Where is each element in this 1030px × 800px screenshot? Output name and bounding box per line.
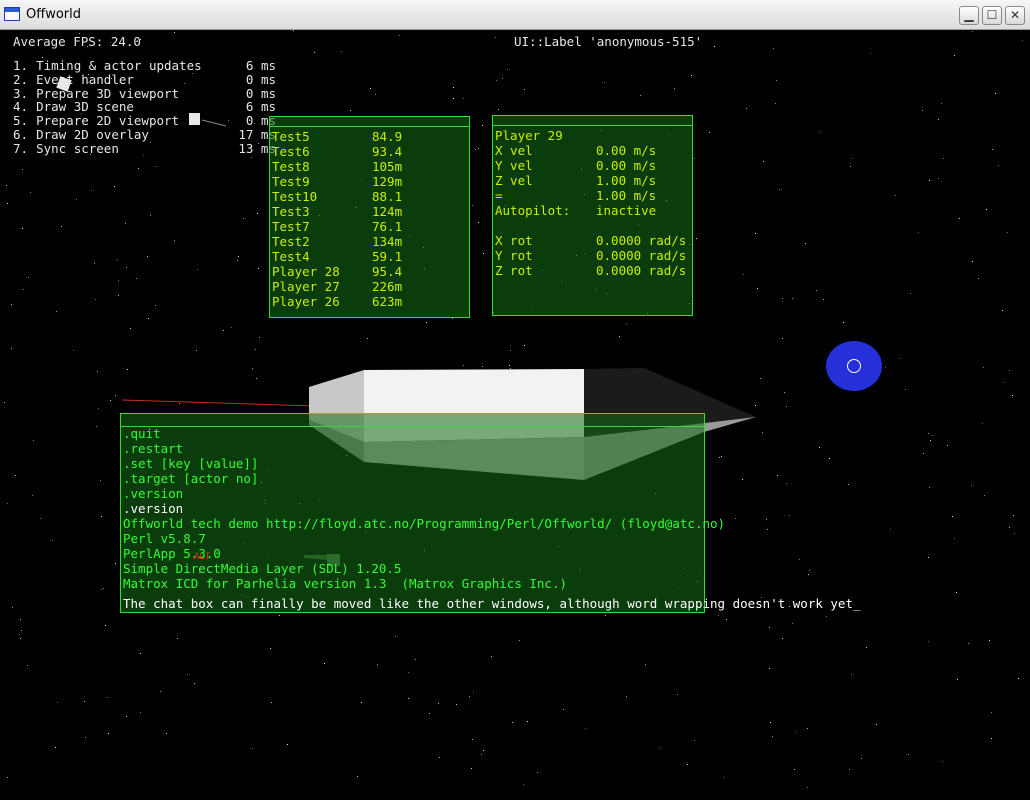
timing-value: 6 ms [245, 58, 276, 73]
target-distance: 226m [372, 279, 403, 294]
close-button[interactable]: ✕ [1005, 6, 1025, 25]
window-icon [4, 7, 20, 21]
target-distance: 95.4 [372, 264, 403, 279]
timing-number: 6. [13, 127, 29, 142]
target-name[interactable]: Test4 [272, 249, 310, 264]
timing-name: Draw 2D overlay [36, 127, 149, 142]
timing-number: 4. [13, 99, 29, 115]
game-viewport[interactable]: Average FPS: 24.0 UI::Label 'anonymous-5… [4, 30, 1026, 796]
player-stat-value: 0.0000 rad/s [596, 263, 687, 278]
player-stat-value: inactive [596, 203, 657, 218]
title-bar[interactable]: Offworld ▁ ☐ ✕ [0, 0, 1030, 30]
timing-number: 7. [13, 140, 29, 156]
target-distance: 88.1 [372, 189, 403, 204]
timing-number: 3. [13, 85, 29, 101]
chat-drag-bar[interactable] [121, 414, 704, 427]
chat-line: .set [key [value]] [123, 456, 259, 471]
target-name[interactable]: Test3 [272, 204, 310, 219]
timing-value: 6 ms [245, 99, 276, 115]
player-stat-value: 1.00 m/s [596, 188, 657, 203]
timing-row: 1. Timing & actor updates [13, 58, 202, 73]
panel-drag-bar[interactable] [270, 117, 469, 127]
target-name[interactable]: Player 27 [272, 279, 340, 294]
target-name[interactable]: Test5 [272, 129, 310, 144]
window-title: Offworld [26, 7, 81, 22]
planet [826, 341, 882, 391]
target-name[interactable]: Test9 [272, 174, 310, 189]
player-stat-label: Z rot [495, 263, 533, 278]
player-stat-label: Y rot [495, 248, 533, 263]
chat-line: .version [123, 501, 184, 516]
fps-label: Average FPS: 24.0 [13, 34, 141, 49]
timing-value: 0 ms [245, 113, 276, 129]
panel-drag-bar[interactable] [493, 116, 692, 126]
target-name[interactable]: Test2 [272, 234, 310, 249]
chat-line: .version [123, 486, 184, 501]
timing-name: Prepare 2D viewport [36, 113, 180, 129]
player-stat-label: = [495, 188, 503, 203]
timing-name: Event handler [36, 71, 134, 87]
target-distance: 105m [372, 159, 403, 174]
target-name[interactable]: Test8 [272, 159, 310, 174]
timing-row: 5. Prepare 2D viewport [13, 113, 179, 128]
player-stat-label: X rot [495, 233, 533, 248]
timing-value: 17 ms [238, 127, 276, 142]
timing-number: 1. [13, 58, 29, 73]
timing-row: 2. Event handler [13, 72, 134, 87]
target-name[interactable]: Player 28 [272, 264, 340, 279]
alt-marker-label: ALT [194, 552, 211, 562]
player-stat-label: Z vel [495, 173, 533, 188]
target-distance: 124m [372, 204, 403, 219]
timing-value: 0 ms [245, 85, 276, 101]
player-stat-label: X vel [495, 143, 533, 158]
target-line [121, 399, 315, 407]
target-name[interactable]: Test6 [272, 144, 310, 159]
target-name[interactable]: Test7 [272, 219, 310, 234]
timing-name: Timing & actor updates [36, 58, 202, 73]
player-name: Player 29 [495, 128, 563, 143]
timing-number: 2. [13, 71, 29, 87]
player-stat-label: Autopilot: [495, 203, 571, 218]
player-stat-label: Y vel [495, 158, 533, 173]
timing-row: 7. Sync screen [13, 141, 119, 156]
player-stat-value: 0.0000 rad/s [596, 233, 687, 248]
target-distance: 84.9 [372, 129, 403, 144]
player-stat-value: 1.00 m/s [596, 173, 657, 188]
target-name[interactable]: Player 26 [272, 294, 340, 309]
ui-label: UI::Label 'anonymous-515' [514, 34, 703, 49]
target-distance: 623m [372, 294, 403, 309]
timing-value: 13 ms [238, 140, 276, 156]
target-distance: 134m [372, 234, 403, 249]
chat-line: Simple DirectMedia Layer (SDL) 1.20.5 [123, 561, 402, 576]
timing-name: Prepare 3D viewport [36, 85, 180, 101]
timing-name: Draw 3D scene [36, 99, 134, 115]
player-stat-value: 0.00 m/s [596, 158, 657, 173]
minimize-button[interactable]: ▁ [959, 6, 979, 25]
timing-name: Sync screen [36, 140, 119, 156]
player-stat-value: 0.00 m/s [596, 143, 657, 158]
chat-line: Perl v5.8.7 [123, 531, 206, 546]
maximize-button[interactable]: ☐ [982, 6, 1002, 25]
chat-line: .restart [123, 441, 184, 456]
offworld-window: Offworld ▁ ☐ ✕ Average FPS: 24.0 UI::Lab… [0, 0, 1030, 800]
player-stat-value: 0.0000 rad/s [596, 248, 687, 263]
chat-line: .target [actor no] [123, 471, 259, 486]
timing-row: 6. Draw 2D overlay [13, 127, 149, 142]
player-info-panel[interactable]: Player 29 X vel 0.00 m/s Y vel 0.00 m/s Z ve… [492, 115, 693, 316]
chat-input[interactable]: The chat box can finally be moved like t… [123, 596, 861, 611]
chat-line: Matrox ICD for Parhelia version 1.3 (Mat… [123, 576, 568, 591]
target-distance-panel[interactable]: Test5 84.9 Test6 93.4 Test8 105m Test9 129m Test… [269, 116, 470, 318]
target-distance: 93.4 [372, 144, 403, 159]
timing-value: 0 ms [245, 71, 276, 87]
timing-row: 3. Prepare 3D viewport [13, 86, 179, 101]
target-distance: 129m [372, 174, 403, 189]
chat-line: Offworld tech demo http://floyd.atc.no/P… [123, 516, 726, 531]
timing-number: 5. [13, 113, 29, 129]
timing-row: 4. Draw 3D scene [13, 99, 134, 114]
chat-line: .quit [123, 426, 161, 441]
target-distance: 59.1 [372, 249, 403, 264]
target-distance: 76.1 [372, 219, 403, 234]
target-name[interactable]: Test10 [272, 189, 317, 204]
chat-console[interactable]: .quit .restart .set [key [value]] .target [… [120, 413, 861, 613]
